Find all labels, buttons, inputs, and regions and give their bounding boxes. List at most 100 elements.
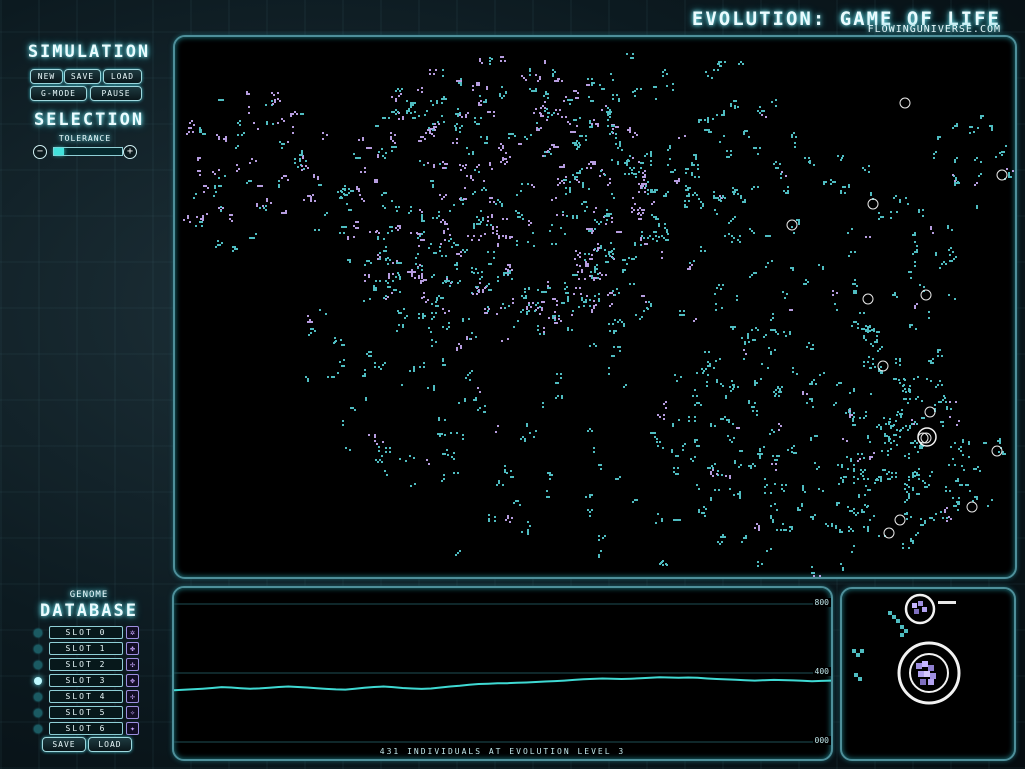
organism[interactable] [577,265,583,273]
organism[interactable] [406,100,412,106]
organism[interactable] [502,218,508,220]
organism[interactable] [467,235,475,241]
organism[interactable] [641,295,647,303]
organism[interactable] [549,224,553,232]
organism[interactable] [452,138,458,144]
organism[interactable] [768,347,776,355]
organism[interactable] [905,423,913,431]
organism[interactable] [495,199,503,207]
organism[interactable] [471,267,473,273]
organism[interactable] [906,512,912,520]
organism[interactable] [638,167,642,173]
organism[interactable] [456,251,462,257]
slot-select-indicator[interactable] [34,661,42,669]
organism[interactable] [962,439,970,445]
organism[interactable] [337,372,339,374]
organism[interactable] [859,411,867,419]
organism[interactable] [906,491,910,499]
organism[interactable] [701,506,707,514]
organism[interactable] [844,184,850,188]
organism[interactable] [594,219,602,225]
organism[interactable] [419,160,425,166]
organism[interactable] [385,280,391,288]
organism[interactable] [736,427,740,429]
organism[interactable] [459,198,467,200]
organism[interactable] [761,114,767,118]
tolerance-decrease-button[interactable]: − [33,145,47,159]
organism[interactable] [398,312,402,314]
organism[interactable] [575,97,579,99]
organism[interactable] [761,363,769,369]
organism[interactable] [870,393,872,395]
organism[interactable] [535,309,543,315]
organism[interactable] [214,185,222,189]
organism[interactable] [322,132,328,140]
organism[interactable] [653,86,657,88]
slot-select-indicator[interactable] [34,629,42,637]
organism[interactable] [526,311,528,315]
organism[interactable] [749,272,757,278]
organism[interactable] [200,129,206,135]
organism[interactable] [257,185,263,187]
organism[interactable] [358,137,364,141]
organism[interactable] [442,69,444,77]
organism[interactable] [752,410,758,416]
organism[interactable] [497,276,499,282]
organism[interactable] [910,538,914,544]
organism[interactable] [486,283,492,291]
organism[interactable] [248,106,250,114]
organism[interactable] [612,94,620,102]
organism[interactable] [857,458,861,462]
organism[interactable] [937,349,943,357]
organism[interactable] [670,169,676,173]
organism[interactable] [935,252,937,256]
organism[interactable] [256,203,264,207]
organism[interactable] [770,503,778,511]
organism[interactable] [835,525,843,533]
organism[interactable] [891,472,897,478]
organism[interactable] [362,369,366,377]
organism[interactable] [277,118,285,124]
organism[interactable] [980,115,984,119]
organism[interactable] [715,358,721,362]
organism[interactable] [532,232,534,234]
organism[interactable] [356,186,360,192]
organism[interactable] [629,283,635,285]
organism[interactable] [498,143,504,151]
organism[interactable] [429,69,437,75]
organism[interactable] [501,338,509,342]
organism[interactable] [521,183,529,185]
organism[interactable] [867,435,871,443]
organism[interactable] [610,73,614,81]
organism[interactable] [707,361,715,369]
organism[interactable] [502,303,510,309]
organism[interactable] [915,532,919,536]
organism[interactable] [710,469,718,477]
organism[interactable] [673,519,681,521]
organism[interactable] [650,432,658,440]
genome-slot-button[interactable]: Slot 4 [49,690,123,703]
organism[interactable] [249,158,257,164]
organism[interactable] [430,100,438,106]
organism[interactable] [559,164,565,168]
organism[interactable] [741,535,747,543]
organism[interactable] [909,324,917,330]
organism[interactable] [465,377,471,381]
organism[interactable] [781,484,787,492]
organism[interactable] [849,388,855,394]
organism[interactable] [458,78,462,86]
organism[interactable] [216,134,220,140]
organism[interactable] [915,396,923,402]
organism[interactable] [737,491,741,499]
nearby-organism[interactable] [904,593,956,625]
organism[interactable] [720,416,726,420]
organism[interactable] [412,111,420,119]
organism[interactable] [712,114,718,120]
organism[interactable] [852,418,856,426]
organism[interactable] [696,372,704,374]
organism[interactable] [489,162,493,170]
organism[interactable] [882,469,890,475]
organism[interactable] [375,125,379,127]
organism[interactable] [454,123,458,127]
organism[interactable] [496,480,504,486]
